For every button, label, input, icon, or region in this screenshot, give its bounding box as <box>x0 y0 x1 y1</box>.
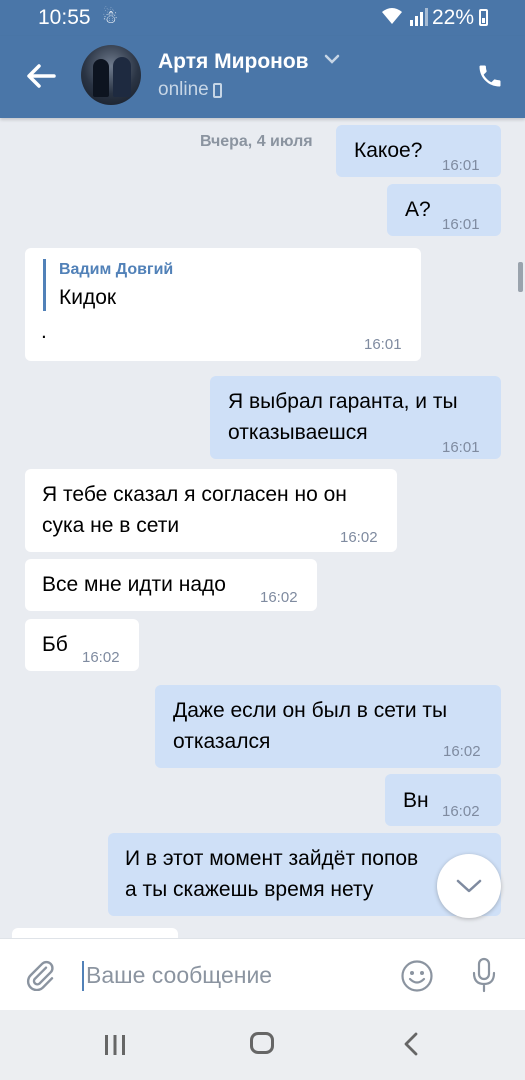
text-cursor <box>82 961 84 991</box>
message-bubble-out[interactable]: А? 16:01 <box>387 184 501 236</box>
message-text: А? <box>405 198 431 221</box>
message-bubble-out[interactable]: Даже если он был в сети ты отказался 16:… <box>155 685 501 768</box>
message-time: 16:02 <box>82 649 120 666</box>
message-text: сука не в сети <box>42 514 180 537</box>
message-time: 16:02 <box>260 589 298 606</box>
chat-header: Артя Миронов online <box>0 36 525 118</box>
message-text: Бб <box>42 633 68 656</box>
message-time: 16:01 <box>364 336 402 353</box>
signal-icon <box>410 8 428 26</box>
message-text: а ты скажешь время нету <box>125 878 374 901</box>
chevron-down-icon[interactable] <box>324 54 340 64</box>
message-time: 16:01 <box>442 216 480 233</box>
message-text: Вн <box>403 789 429 812</box>
message-text: Какое? <box>354 139 423 162</box>
message-time: 16:01 <box>442 157 480 174</box>
scroll-down-button[interactable] <box>437 854 501 918</box>
smiley-icon[interactable] <box>400 959 434 993</box>
message-list[interactable]: Вчера, 4 июля Какое? 16:01 А? 16:01 Вади… <box>0 118 525 938</box>
avatar[interactable] <box>81 45 141 105</box>
status-time: 10:55 <box>38 6 91 29</box>
message-time: 16:02 <box>340 529 378 546</box>
message-text: отказываешся <box>228 421 368 444</box>
message-bubble-in[interactable] <box>12 928 178 938</box>
microphone-icon[interactable] <box>471 957 497 993</box>
status-bar: 10:55 ☃ 22% <box>0 0 525 36</box>
message-input[interactable] <box>86 957 376 993</box>
message-bubble-out[interactable]: Вн 16:02 <box>385 774 501 826</box>
system-nav-bar <box>0 1010 525 1080</box>
message-text: Все мне идти надо <box>42 573 226 596</box>
battery-icon <box>479 9 488 26</box>
back-nav-icon[interactable] <box>403 1032 419 1056</box>
arrow-left-icon[interactable] <box>24 61 58 91</box>
message-time: 16:02 <box>443 743 481 760</box>
paperclip-icon[interactable] <box>24 959 56 991</box>
phone-icon[interactable] <box>476 62 504 90</box>
message-text: И в этот момент зайдёт попов <box>125 847 419 870</box>
message-text: . <box>41 320 47 343</box>
message-text: Я выбрал гаранта, и ты <box>228 390 458 413</box>
reply-indicator <box>43 259 46 311</box>
battery-percent: 22% <box>432 6 475 29</box>
message-bubble-out[interactable]: Какое? 16:01 <box>336 125 501 177</box>
message-text: отказался <box>173 730 271 753</box>
message-bubble-in[interactable]: Все мне идти надо 16:02 <box>25 559 317 611</box>
scrollbar-thumb[interactable] <box>518 262 523 292</box>
message-bubble-in[interactable]: Вадим Довгий Кидок . 16:01 <box>25 248 421 361</box>
contact-name[interactable]: Артя Миронов <box>158 50 309 74</box>
home-icon[interactable] <box>250 1032 274 1054</box>
contact-status: online <box>158 79 209 100</box>
reply-author[interactable]: Вадим Довгий <box>59 260 173 280</box>
message-bubble-in[interactable]: Я тебе сказал я согласен но он сука не в… <box>25 469 397 552</box>
chevron-down-icon <box>456 879 482 893</box>
message-bubble-in[interactable]: Бб 16:02 <box>25 619 139 671</box>
reply-text: Кидок <box>59 286 117 309</box>
notification-icon: ☃ <box>102 7 119 27</box>
message-composer <box>0 938 525 1011</box>
recent-apps-icon[interactable] <box>103 1034 127 1056</box>
message-time: 16:01 <box>442 439 480 456</box>
wifi-icon <box>382 8 402 24</box>
date-separator: Вчера, 4 июля <box>200 133 313 150</box>
mobile-device-icon <box>213 83 222 98</box>
message-time: 16:02 <box>442 803 480 820</box>
message-text: Даже если он был в сети ты <box>173 699 448 722</box>
message-bubble-out[interactable]: Я выбрал гаранта, и ты отказываешся 16:0… <box>210 376 501 459</box>
message-text: Я тебе сказал я согласен но он <box>42 483 347 506</box>
